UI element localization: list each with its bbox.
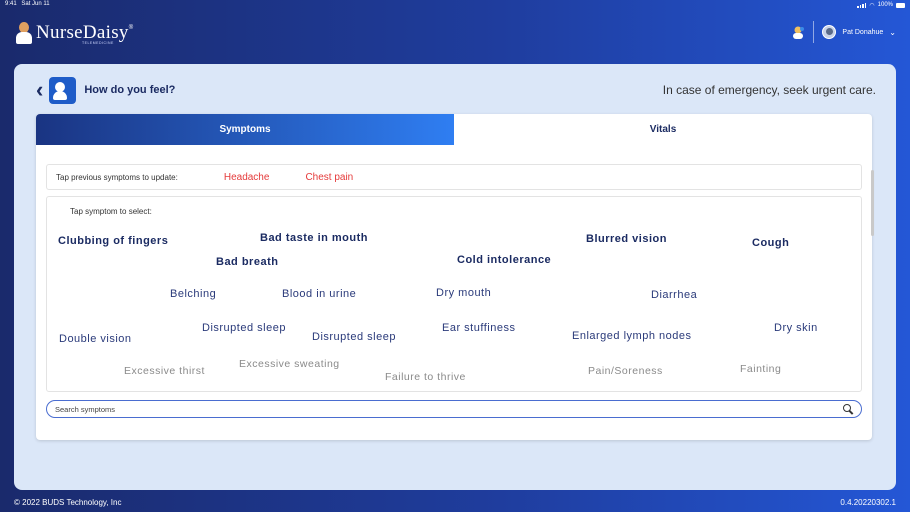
symptom-chip[interactable]: Disrupted sleep xyxy=(202,322,286,334)
symptom-chip[interactable]: Dry mouth xyxy=(436,287,491,299)
symptom-chip[interactable]: Double vision xyxy=(59,333,132,345)
search-input[interactable] xyxy=(55,404,843,414)
battery-icon xyxy=(896,2,905,8)
search-icon[interactable] xyxy=(843,404,853,414)
symptom-cloud: Tap symptom to select: Clubbing of finge… xyxy=(46,196,862,392)
brand-registered-mark: ® xyxy=(128,25,134,31)
symptom-chip[interactable]: Enlarged lymph nodes xyxy=(572,330,691,342)
signal-icon xyxy=(857,2,867,8)
chevron-down-icon[interactable]: ⌄ xyxy=(889,28,896,37)
nurse-logo-icon xyxy=(14,20,34,44)
symptom-chip[interactable]: Blood in urine xyxy=(282,288,356,300)
footer: © 2022 BUDS Technology, Inc 0.4.20220302… xyxy=(0,492,910,512)
page-header: ‹ How do you feel? In case of emergency,… xyxy=(36,76,876,104)
topbar-divider xyxy=(813,21,815,43)
copyright: © 2022 BUDS Technology, Inc xyxy=(14,497,122,507)
telehealth-icon[interactable] xyxy=(791,25,805,39)
previous-symptom-chip[interactable]: Headache xyxy=(224,172,270,183)
user-name[interactable]: Pat Donahue xyxy=(842,29,883,36)
tab-bar: Symptoms Vitals xyxy=(36,114,872,145)
symptom-chip[interactable]: Bad breath xyxy=(216,256,278,268)
brand-name: NurseDaisy xyxy=(36,21,129,43)
wifi-icon: ◠ xyxy=(869,2,875,9)
main-panel: ‹ How do you feel? In case of emergency,… xyxy=(14,64,896,490)
status-date: Sat Jun 11 xyxy=(21,1,50,7)
page-title: How do you feel? xyxy=(84,84,176,96)
symptom-chip[interactable]: Belching xyxy=(170,288,216,300)
symptom-chip[interactable]: Cold intolerance xyxy=(457,254,551,266)
app-version: 0.4.20220302.1 xyxy=(840,497,896,507)
symptom-card: Symptoms Vitals Tap previous symptoms to… xyxy=(36,114,872,440)
tab-vitals[interactable]: Vitals xyxy=(454,114,872,145)
symptom-chip[interactable]: Excessive thirst xyxy=(124,365,205,377)
status-time: 9:41 xyxy=(5,1,17,7)
symptom-chip[interactable]: Disrupted sleep xyxy=(312,331,396,343)
app-logo: NurseDaisy ® xyxy=(14,20,133,44)
symptom-chip[interactable]: Cough xyxy=(752,237,789,249)
tab-symptoms[interactable]: Symptoms xyxy=(36,114,454,145)
search-bar xyxy=(46,400,862,418)
symptom-cloud-label: Tap symptom to select: xyxy=(70,207,152,216)
sick-person-icon xyxy=(49,76,77,104)
previous-symptoms-bar: Tap previous symptoms to update: Headach… xyxy=(46,164,862,190)
brand-subtitle: TELEMEDICINE xyxy=(82,41,114,45)
top-bar: NurseDaisy ® TELEMEDICINE Pat Donahue ⌄ xyxy=(0,10,910,54)
emergency-notice: In case of emergency, seek urgent care. xyxy=(662,83,876,97)
symptom-chip[interactable]: Dry skin xyxy=(774,322,818,334)
back-chevron-icon[interactable]: ‹ xyxy=(36,79,43,101)
symptom-chip[interactable]: Pain/Soreness xyxy=(588,365,663,377)
previous-symptom-chip[interactable]: Chest pain xyxy=(305,172,353,183)
symptom-chip[interactable]: Failure to thrive xyxy=(385,371,466,383)
symptom-chip[interactable]: Bad taste in mouth xyxy=(260,232,368,244)
status-bar: 9:41 Sat Jun 11 ◠ 100% xyxy=(0,0,910,10)
symptom-chip[interactable]: Diarrhea xyxy=(651,289,697,301)
symptom-chip[interactable]: Excessive sweating xyxy=(239,358,340,370)
symptom-chip[interactable]: Fainting xyxy=(740,363,781,375)
scrollbar[interactable] xyxy=(871,170,874,236)
battery-percent: 100% xyxy=(877,2,893,8)
symptom-chip[interactable]: Clubbing of fingers xyxy=(58,235,168,247)
symptom-chip[interactable]: Blurred vision xyxy=(586,233,667,245)
previous-symptoms-label: Tap previous symptoms to update: xyxy=(56,172,178,182)
symptom-chip[interactable]: Ear stuffiness xyxy=(442,322,515,334)
avatar[interactable] xyxy=(822,25,837,39)
